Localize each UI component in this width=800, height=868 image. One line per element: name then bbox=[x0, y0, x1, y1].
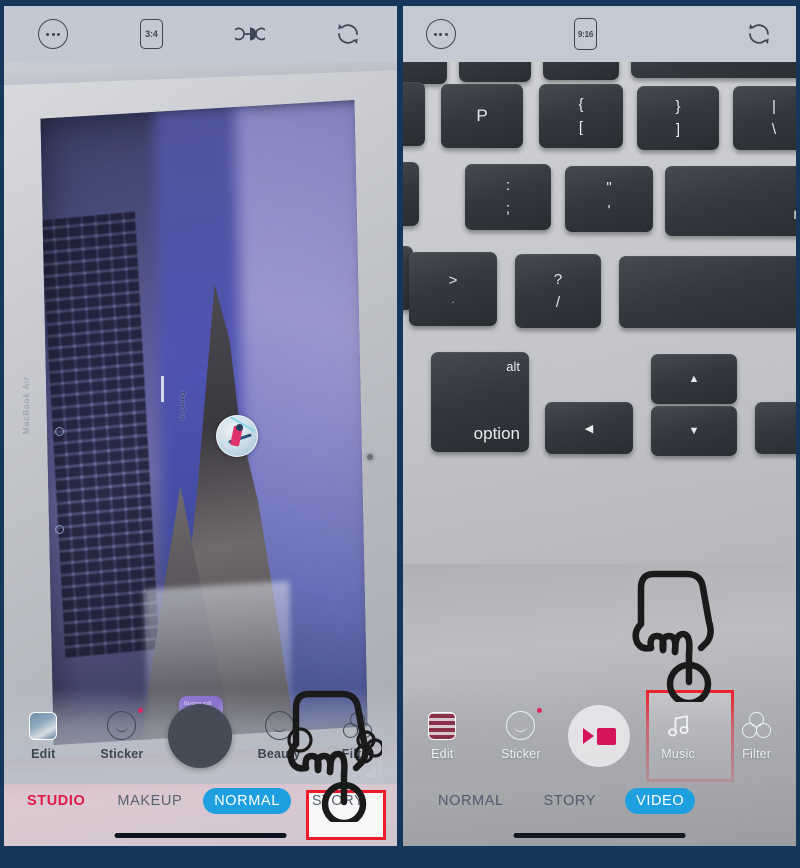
key-option-option: option bbox=[473, 424, 520, 443]
mode-video-right[interactable]: VIDEO bbox=[625, 788, 696, 814]
record-play-triangle bbox=[582, 728, 594, 744]
macbook-air-brand-text: MacBook Air bbox=[21, 375, 31, 434]
aspect-ratio-button[interactable]: 3:4 bbox=[131, 14, 171, 54]
smiley-icon bbox=[506, 711, 536, 740]
key-return-return: return bbox=[793, 205, 796, 223]
keyboard-area: delete P {[ }] |\ :; "' enter return bbox=[403, 62, 796, 564]
filter-circles-icon bbox=[342, 711, 373, 740]
mode-normal-right[interactable]: NORMAL bbox=[427, 788, 515, 814]
home-indicator-right bbox=[513, 833, 686, 838]
ratio-label-right: 9:16 bbox=[573, 18, 598, 50]
key-arrow-right bbox=[755, 402, 796, 454]
smiley-icon bbox=[107, 711, 137, 740]
laptop-port-icon-2 bbox=[55, 524, 65, 534]
filter-label: Filter bbox=[341, 746, 374, 761]
record-video-button bbox=[568, 705, 631, 767]
filter-button[interactable]: Filter bbox=[325, 711, 391, 761]
key-blank-left-2 bbox=[403, 162, 419, 226]
more-options-button-right[interactable] bbox=[421, 14, 461, 54]
ellipsis-icon bbox=[38, 19, 69, 49]
photo-circle-sticker bbox=[216, 414, 259, 457]
photo-thumbnail-icon bbox=[428, 711, 457, 740]
key-p: P bbox=[441, 84, 523, 148]
sticker-label-right: Sticker bbox=[501, 747, 541, 761]
right-top-bar: 9:16 bbox=[403, 6, 796, 62]
key-option: alt option bbox=[431, 352, 529, 452]
music-label: Music bbox=[661, 746, 695, 761]
sticker-button-right[interactable]: Sticker bbox=[488, 708, 554, 761]
key-quote: " ' bbox=[565, 166, 653, 232]
sticker-new-badge-right bbox=[536, 708, 542, 713]
key-row0-b bbox=[459, 62, 531, 82]
beauty-label: Beauty bbox=[257, 747, 301, 761]
home-indicator bbox=[114, 833, 287, 838]
right-mode-selector: NORMAL STORY VIDEO bbox=[403, 782, 796, 820]
key-arrow-down: ▼ bbox=[651, 406, 737, 456]
sticker-new-badge bbox=[137, 708, 143, 713]
flip-camera-icon bbox=[748, 24, 769, 44]
sticker-label: Sticker bbox=[100, 747, 144, 761]
shutter-button[interactable] bbox=[167, 704, 233, 768]
left-phone-panel: MacBook Air Thanh Truc 3:4 Edit Sticker … bbox=[4, 6, 397, 846]
record-button[interactable] bbox=[566, 705, 632, 767]
sticker-figure-head bbox=[235, 423, 243, 431]
edit-button-right[interactable]: Edit bbox=[409, 711, 475, 761]
photo-white-bar bbox=[161, 375, 165, 402]
filter-circles-icon bbox=[741, 711, 772, 740]
sticker-caption: Thanh Truc bbox=[178, 391, 185, 421]
shutter-button-circle bbox=[168, 704, 233, 768]
flip-camera-button[interactable] bbox=[328, 14, 368, 54]
music-note-icon bbox=[664, 712, 692, 740]
key-arrow-left: ◀ bbox=[545, 402, 633, 454]
key-bracket-right: }] bbox=[637, 86, 719, 150]
edit-button[interactable]: Edit bbox=[10, 711, 76, 761]
mode-makeup[interactable]: MAKEUP bbox=[106, 788, 193, 814]
mode-story[interactable]: STORY bbox=[301, 788, 375, 814]
laptop-port-icon-1 bbox=[55, 426, 65, 436]
edit-label: Edit bbox=[31, 746, 56, 761]
key-shift: sh bbox=[619, 256, 796, 328]
key-blank-left bbox=[403, 82, 425, 146]
left-mode-selector: STUDIO MAKEUP NORMAL STORY VIDEO bbox=[4, 782, 397, 820]
key-option-alt: alt bbox=[506, 359, 520, 374]
filter-label-right: Filter bbox=[742, 746, 772, 761]
music-button[interactable]: Music bbox=[645, 712, 711, 761]
key-backslash: | \ bbox=[733, 86, 796, 150]
screenshot-stage: MacBook Air Thanh Truc 3:4 Edit Sticker … bbox=[0, 0, 800, 868]
ratio-label: 3:4 bbox=[139, 19, 163, 49]
left-bottom-toolbar: Edit Sticker Beauty Filter bbox=[4, 688, 397, 784]
aspect-ratio-button-right[interactable]: 9:16 bbox=[566, 14, 606, 54]
loop-infinity-button[interactable] bbox=[230, 14, 270, 54]
more-options-button[interactable] bbox=[33, 14, 73, 54]
ellipsis-icon bbox=[425, 19, 456, 49]
flip-camera-icon bbox=[337, 24, 358, 44]
key-arrow-up: ▲ bbox=[651, 354, 737, 404]
left-top-bar: 3:4 bbox=[4, 6, 397, 62]
beauty-face-icon bbox=[264, 711, 294, 740]
filter-button-right[interactable]: Filter bbox=[724, 711, 790, 761]
key-row0-a bbox=[403, 62, 447, 84]
mode-studio[interactable]: STUDIO bbox=[16, 788, 96, 814]
loop-infinity-icon bbox=[234, 27, 265, 41]
record-body-rect bbox=[596, 727, 616, 745]
beauty-button[interactable]: Beauty bbox=[246, 711, 312, 761]
edit-label-right: Edit bbox=[431, 746, 454, 761]
right-bottom-toolbar: Edit Sticker Music Filter bbox=[403, 688, 796, 784]
key-slash: ? / bbox=[515, 254, 601, 328]
sticker-button[interactable]: Sticker bbox=[89, 708, 155, 761]
photo-thumbnail-icon bbox=[29, 711, 58, 740]
key-row0-c bbox=[543, 62, 619, 80]
key-period: >. bbox=[409, 252, 497, 326]
key-return: enter return bbox=[665, 166, 796, 236]
key-semicolon: :; bbox=[465, 164, 551, 230]
key-bracket-left: {[ bbox=[539, 84, 623, 148]
mode-normal[interactable]: NORMAL bbox=[203, 788, 291, 814]
key-delete: delete bbox=[631, 62, 796, 78]
flip-camera-button-right[interactable] bbox=[739, 14, 779, 54]
right-phone-panel: delete P {[ }] |\ :; "' enter return bbox=[403, 6, 796, 846]
laptop-screen bbox=[40, 100, 369, 746]
mode-story-right[interactable]: STORY bbox=[533, 788, 607, 814]
